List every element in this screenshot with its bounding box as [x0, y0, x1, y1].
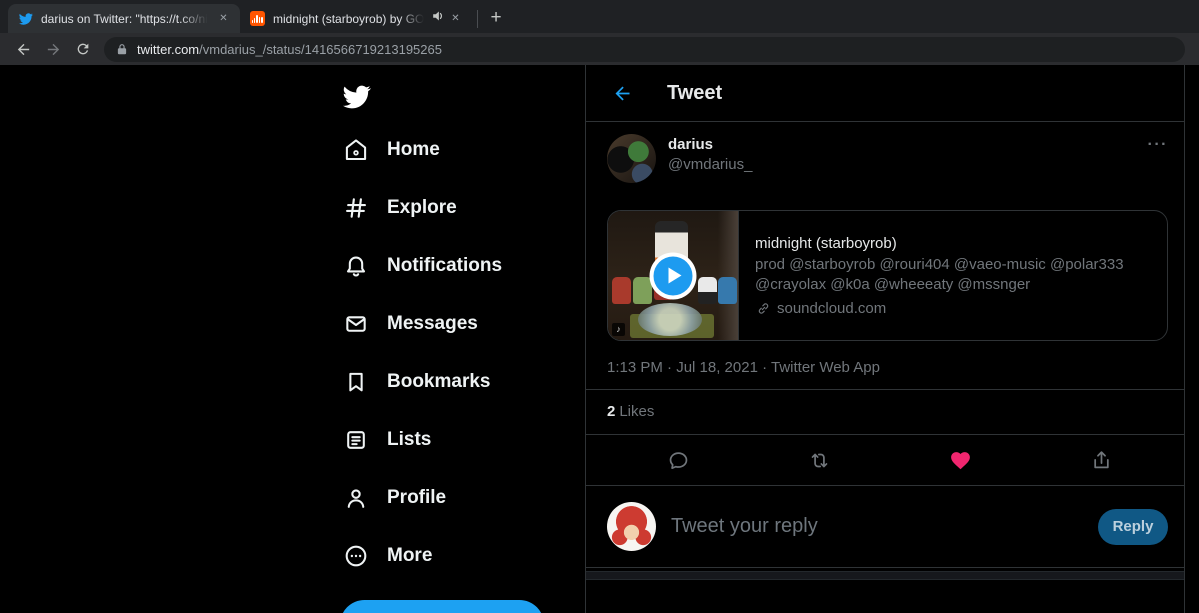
soundcloud-favicon-icon — [250, 11, 265, 26]
share-button-icon[interactable] — [1031, 449, 1172, 472]
browser-chrome: darius on Twitter: "https://t.co/ni ✕ mi… — [0, 0, 1199, 65]
tweet-detail-column: Tweet darius @vmdarius_ ··· ♪ — [585, 65, 1185, 613]
sidebar-item-profile[interactable]: Profile — [340, 469, 555, 527]
twitter-logo-icon[interactable] — [343, 83, 371, 111]
card-link[interactable]: soundcloud.com — [755, 300, 1151, 317]
url-bar[interactable]: twitter.com/vmdarius_/status/14165667192… — [104, 37, 1185, 62]
tab-audio-icon[interactable] — [431, 9, 445, 28]
sidebar-item-label: Home — [387, 139, 440, 161]
tab-separator — [477, 10, 478, 28]
tab-close-icon[interactable]: ✕ — [447, 10, 464, 27]
browser-tab-soundcloud[interactable]: midnight (starboyrob) by GO ✕ — [240, 4, 472, 33]
sidebar-item-label: Messages — [387, 313, 478, 335]
author-name[interactable]: darius — [668, 136, 1148, 153]
sidebar-item-label: Lists — [387, 429, 431, 451]
thumbnail-art — [638, 303, 702, 336]
likes-label: Likes — [619, 403, 654, 420]
like-button-icon[interactable] — [890, 449, 1031, 472]
reply-input[interactable] — [671, 515, 1083, 538]
reload-button[interactable] — [68, 35, 98, 63]
thumbnail-art — [612, 277, 631, 304]
reply-composer: Reply — [586, 486, 1184, 567]
tweet-detail-header: Tweet — [586, 65, 1184, 122]
soundcloud-card[interactable]: ♪ midnight (starboyrob) prod @starboyrob… — [607, 210, 1168, 341]
browser-tab-twitter[interactable]: darius on Twitter: "https://t.co/ni ✕ — [8, 4, 240, 33]
reply-submit-button[interactable]: Reply — [1098, 509, 1168, 545]
more-options-icon[interactable]: ··· — [1148, 134, 1168, 154]
browser-toolbar: twitter.com/vmdarius_/status/14165667192… — [0, 33, 1199, 65]
tab-title: midnight (starboyrob) by GO — [273, 12, 427, 26]
card-thumbnail: ♪ — [608, 211, 739, 340]
author-avatar[interactable] — [607, 134, 656, 183]
sidebar-nav: Home Explore Notifications Messages Book… — [340, 65, 555, 585]
thumbnail-art — [698, 277, 717, 304]
link-icon — [755, 300, 772, 317]
sidebar-item-label: More — [387, 545, 432, 567]
tab-close-icon[interactable]: ✕ — [215, 10, 232, 27]
tweet-actions-row — [586, 435, 1184, 485]
current-user-avatar[interactable] — [607, 502, 656, 551]
play-icon — [654, 256, 693, 295]
lock-icon[interactable] — [116, 43, 128, 55]
new-tab-button[interactable]: + — [483, 5, 509, 31]
tab-bar: darius on Twitter: "https://t.co/ni ✕ mi… — [0, 0, 1199, 33]
card-title: midnight (starboyrob) — [755, 235, 1151, 252]
sidebar-item-more[interactable]: More — [340, 527, 555, 585]
card-description: prod @starboyrob @rouri404 @vaeo-music @… — [755, 255, 1151, 295]
tweet-author-row: darius @vmdarius_ ··· — [586, 122, 1184, 183]
sidebar-item-label: Explore — [387, 197, 457, 219]
thumbnail-art — [718, 211, 738, 340]
sidebar-item-notifications[interactable]: Notifications — [340, 237, 555, 295]
retweet-button-icon[interactable] — [749, 449, 890, 472]
sidebar-item-home[interactable]: Home — [340, 121, 555, 179]
bookmark-icon — [343, 369, 369, 395]
more-circle-icon — [343, 543, 369, 569]
thumbnail-art — [718, 277, 737, 304]
back-button[interactable] — [8, 35, 38, 63]
sidebar-item-label: Profile — [387, 487, 446, 509]
reply-button-icon[interactable] — [608, 449, 749, 472]
url-text: twitter.com/vmdarius_/status/14165667192… — [137, 42, 442, 57]
twitter-favicon-icon — [18, 11, 33, 26]
play-button[interactable] — [650, 252, 697, 299]
thumbnail-art — [633, 277, 652, 304]
card-link-domain: soundcloud.com — [777, 300, 886, 317]
author-handle: @vmdarius_ — [668, 156, 1148, 173]
tweet-timestamp[interactable]: 1:13 PM · Jul 18, 2021 · Twitter Web App — [607, 359, 1168, 376]
person-icon — [343, 485, 369, 511]
sidebar-item-label: Notifications — [387, 255, 502, 277]
twitter-page: Home Explore Notifications Messages Book… — [0, 65, 1199, 613]
back-arrow-icon[interactable] — [612, 83, 633, 104]
sidebar-item-explore[interactable]: Explore — [340, 179, 555, 237]
sidebar-item-bookmarks[interactable]: Bookmarks — [340, 353, 555, 411]
sidebar-item-label: Bookmarks — [387, 371, 491, 393]
card-body: midnight (starboyrob) prod @starboyrob @… — [739, 211, 1167, 340]
sidebar-item-lists[interactable]: Lists — [340, 411, 555, 469]
author-names: darius @vmdarius_ — [668, 134, 1148, 173]
likes-count: 2 — [607, 403, 615, 420]
section-gap — [586, 571, 1184, 580]
bell-icon — [343, 253, 369, 279]
url-domain: twitter.com — [137, 42, 199, 57]
sidebar-item-messages[interactable]: Messages — [340, 295, 555, 353]
home-icon — [343, 137, 369, 163]
divider — [586, 567, 1184, 568]
envelope-icon — [343, 311, 369, 337]
thumbnail-badge-icon: ♪ — [612, 323, 625, 336]
hashtag-icon — [343, 195, 369, 221]
tweet-button[interactable] — [340, 600, 544, 613]
url-path: /vmdarius_/status/1416566719213195265 — [199, 42, 442, 57]
likes-row[interactable]: 2Likes — [586, 390, 1184, 434]
page-title: Tweet — [667, 82, 722, 105]
forward-button[interactable] — [38, 35, 68, 63]
tab-title: darius on Twitter: "https://t.co/ni — [41, 12, 211, 26]
list-icon — [343, 427, 369, 453]
